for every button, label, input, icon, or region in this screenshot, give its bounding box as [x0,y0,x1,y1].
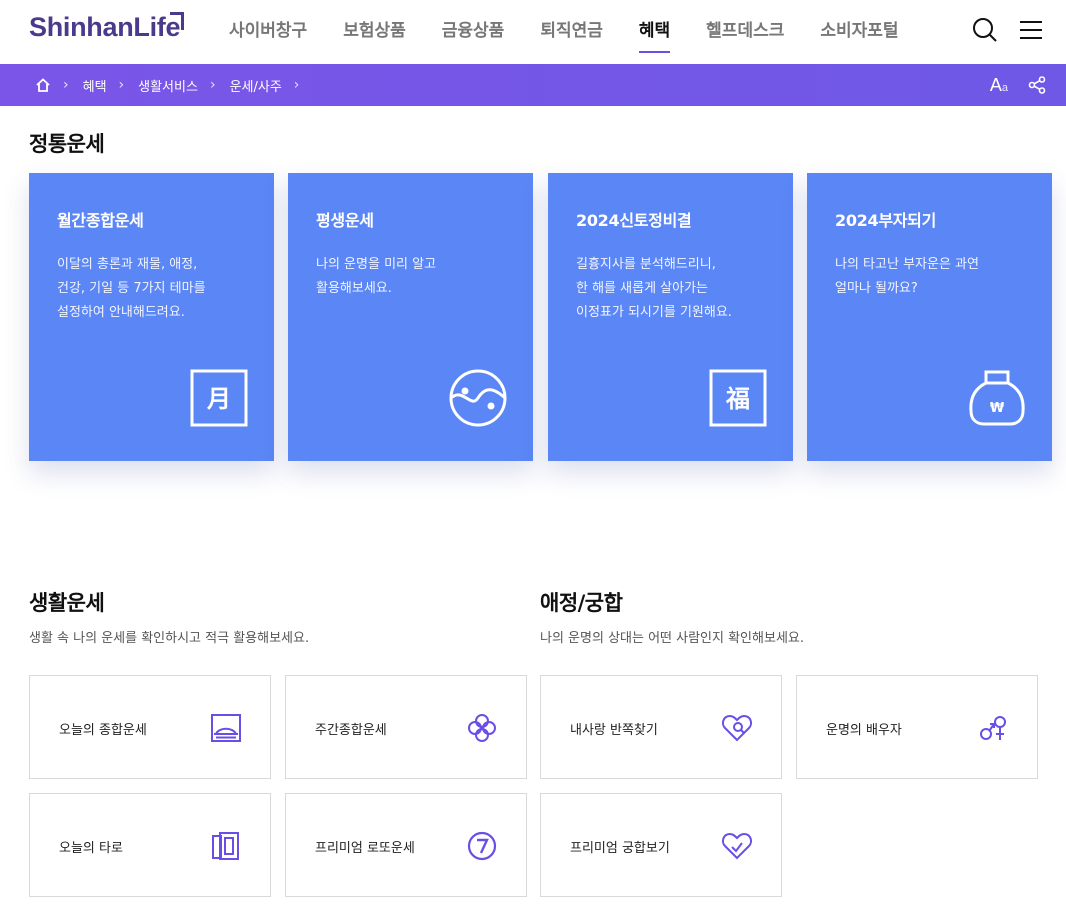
bar-tools: Aa [990,64,1046,106]
lucky-seven-icon [467,831,497,861]
service-find-love[interactable]: 내사랑 반쪽찾기 [540,675,782,779]
home-icon[interactable] [35,77,51,93]
card-title: 월간종합운세 [57,211,144,230]
card-title: 2024부자되기 [835,211,937,230]
card-lifetime-fortune[interactable]: 평생운세 나의 운명을 미리 알고 활용해보세요. [288,173,533,461]
main-nav: 사이버창구 보험상품 금융상품 퇴직연금 혜택 헬프데스크 소비자포털 [229,16,935,53]
nav-helpdesk[interactable]: 헬프데스크 [706,16,784,53]
service-lotto-fortune[interactable]: 프리미엄 로또운세 [285,793,527,897]
section-desc-love: 나의 운명의 상대는 어떤 사람인지 확인해보세요. [540,631,804,646]
tarot-cards-icon [212,832,239,860]
svg-text:福: 福 [725,385,750,413]
breadcrumb: › 혜택 › 생활서비스 › 운세/사주 › [35,64,313,106]
heart-search-icon [721,714,753,742]
nav-benefits[interactable]: 혜택 [638,16,671,53]
menu-icon[interactable] [1018,17,1044,43]
chevron-right-icon: › [63,77,69,93]
nav-insurance[interactable]: 보험상품 [343,16,406,53]
service-today-tarot[interactable]: 오늘의 타로 [29,793,271,897]
svg-text:月: 月 [206,385,231,413]
card-desc: 나의 타고난 부자운은 과연 얼마나 될까요? [835,257,979,296]
nav-cyber[interactable]: 사이버창구 [229,16,307,53]
service-destined-spouse[interactable]: 운명의 배우자 [796,675,1038,779]
service-label: 내사랑 반쪽찾기 [570,723,658,738]
crumb-benefits[interactable]: 혜택 [83,76,107,95]
moon-char-icon: 月 [190,369,248,427]
crumb-fortune[interactable]: 운세/사주 [230,76,282,95]
card-tojeong-fortune[interactable]: 2024신토정비결 길흉지사를 분석해드리니, 한 해를 새롭게 살아가는 이정… [548,173,793,461]
nav-pension[interactable]: 퇴직연금 [540,16,603,53]
logo[interactable]: ShinhanLife [29,12,181,43]
sunrise-icon [211,714,241,742]
chevron-right-icon: › [293,77,300,93]
service-weekly-fortune[interactable]: 주간종합운세 [285,675,527,779]
service-label: 프리미엄 로또운세 [315,841,415,856]
service-today-fortune[interactable]: 오늘의 종합운세 [29,675,271,779]
section-desc-life: 생활 속 나의 운세를 확인하시고 적극 활용해보세요. [29,631,310,646]
section-title-traditional: 정통운세 [29,132,105,156]
card-title: 평생운세 [316,211,374,230]
section-title-love: 애정/궁합 [540,591,623,615]
card-desc: 나의 운명을 미리 알고 활용해보세요. [316,257,437,296]
site-header: ShinhanLife 사이버창구 보험상품 금융상품 퇴직연금 혜택 헬프데스… [0,0,1066,64]
fortune-card-grid: 월간종합운세 이달의 총론과 재물, 애정, 건강, 기일 등 7가지 테마를 … [29,173,1052,461]
yin-yang-face-icon [449,369,507,427]
service-label: 주간종합운세 [315,723,387,738]
nav-finance[interactable]: 금융상품 [442,16,505,53]
chevron-right-icon: › [209,77,216,93]
gender-symbols-icon [980,716,1006,740]
service-label: 오늘의 종합운세 [59,723,147,738]
service-label: 오늘의 타로 [59,841,123,856]
chevron-right-icon: › [118,77,125,93]
search-icon[interactable] [972,17,998,43]
card-desc: 길흉지사를 분석해드리니, 한 해를 새롭게 살아가는 이정표가 되시기를 기원… [576,257,732,320]
svg-text:₩: ₩ [990,401,1005,416]
card-monthly-fortune[interactable]: 월간종합운세 이달의 총론과 재물, 애정, 건강, 기일 등 7가지 테마를 … [29,173,274,461]
service-premium-compatibility[interactable]: 프리미엄 궁합보기 [540,793,782,897]
service-label: 프리미엄 궁합보기 [570,841,670,856]
crumb-life-service[interactable]: 생활서비스 [138,76,198,95]
money-bag-icon: ₩ [969,370,1025,426]
share-icon[interactable] [1028,76,1046,94]
font-size-button[interactable]: Aa [990,75,1008,96]
logo-mark-icon [170,12,184,30]
breadcrumb-bar: › 혜택 › 생활서비스 › 운세/사주 › Aa [0,64,1066,106]
heart-check-icon [721,832,753,860]
card-wealth-fortune[interactable]: 2024부자되기 나의 타고난 부자운은 과연 얼마나 될까요? ₩ [807,173,1052,461]
clover-icon [468,714,496,742]
card-title: 2024신토정비결 [576,211,692,230]
blessing-char-icon: 福 [709,369,767,427]
card-desc: 이달의 총론과 재물, 애정, 건강, 기일 등 7가지 테마를 설정하여 안내… [57,257,206,320]
nav-consumer[interactable]: 소비자포털 [820,16,898,53]
section-title-life: 생활운세 [29,591,105,615]
service-label: 운명의 배우자 [826,723,902,738]
